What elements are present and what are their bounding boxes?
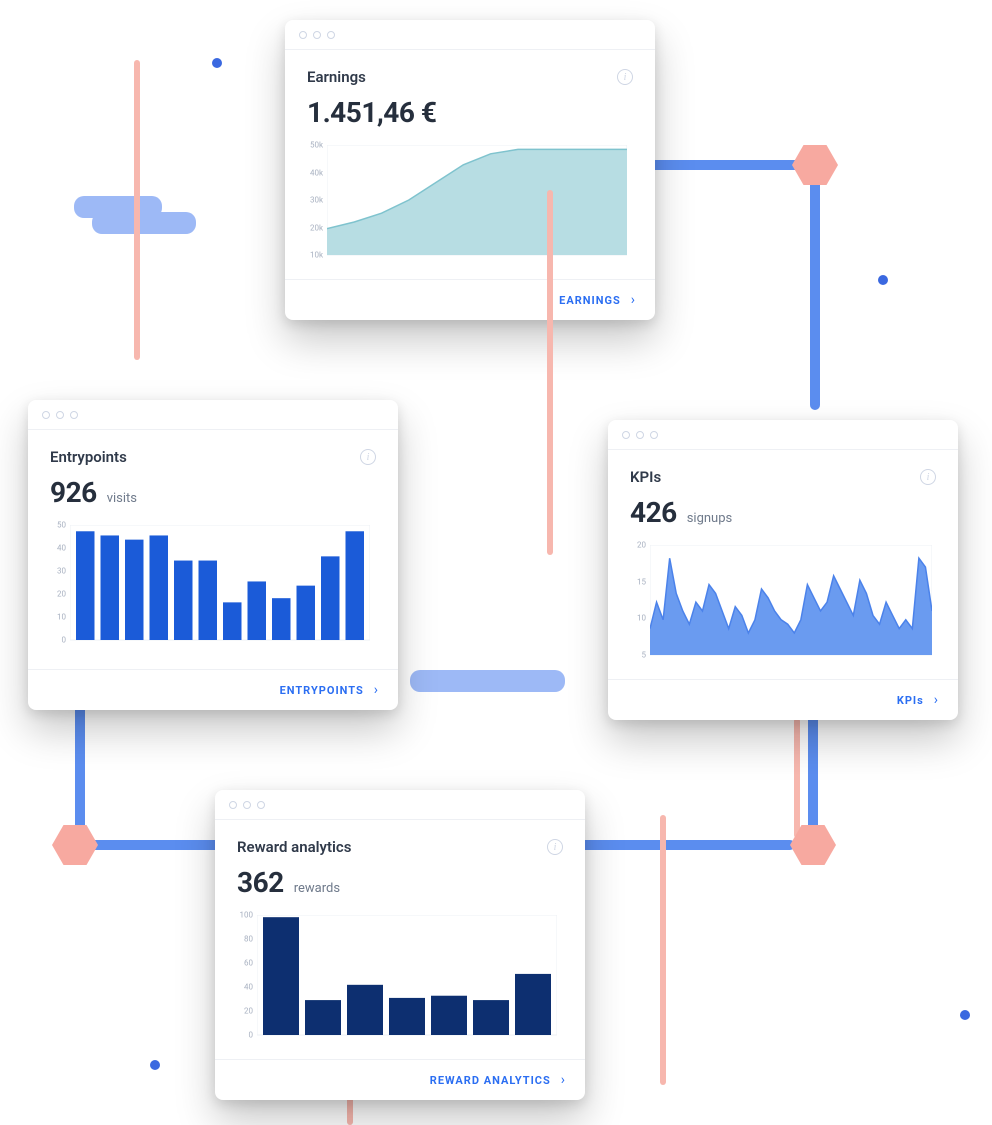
metric-value: 926 bbox=[50, 476, 97, 509]
window-dot-icon bbox=[243, 801, 251, 809]
node-hexagon bbox=[792, 145, 838, 185]
window-titlebar bbox=[285, 20, 655, 50]
card-title: Earnings bbox=[307, 68, 366, 86]
y-tick-label: 20 bbox=[244, 1007, 257, 1016]
info-icon[interactable]: i bbox=[920, 469, 936, 485]
metric-value: 426 bbox=[630, 496, 677, 529]
metric-unit: rewards bbox=[294, 881, 340, 896]
window-dot-icon bbox=[56, 411, 64, 419]
metric-value: 1.451,46 € bbox=[307, 96, 436, 129]
chevron-right-icon[interactable]: › bbox=[631, 292, 635, 308]
window-titlebar bbox=[215, 790, 585, 820]
y-tick-label: 10 bbox=[637, 614, 650, 623]
window-dot-icon bbox=[42, 411, 50, 419]
y-tick-label: 60 bbox=[244, 959, 257, 968]
rewards-link[interactable]: REWARD ANALYTICS bbox=[430, 1074, 551, 1087]
y-tick-label: 50k bbox=[310, 141, 327, 150]
accent-dot bbox=[212, 58, 222, 68]
window-dot-icon bbox=[70, 411, 78, 419]
window-dot-icon bbox=[622, 431, 630, 439]
info-icon[interactable]: i bbox=[547, 839, 563, 855]
y-tick-label: 50 bbox=[57, 521, 70, 530]
node-hexagon bbox=[52, 825, 98, 865]
y-tick-label: 20 bbox=[637, 541, 650, 550]
card-earnings: Earnings i 1.451,46 € 50k 40k 30k 20k 10k EA… bbox=[285, 20, 655, 320]
y-tick-label: 20 bbox=[57, 590, 70, 599]
y-tick-label: 30k bbox=[310, 196, 327, 205]
window-titlebar bbox=[608, 420, 958, 450]
accent-stick bbox=[547, 190, 553, 555]
kpis-chart: 2015105 bbox=[630, 545, 936, 667]
chevron-right-icon[interactable]: › bbox=[934, 692, 938, 708]
y-tick-label: 40k bbox=[310, 168, 327, 177]
y-tick-label: 40 bbox=[57, 544, 70, 553]
card-title: Reward analytics bbox=[237, 838, 351, 856]
card-title: Entrypoints bbox=[50, 448, 127, 466]
accent-stick bbox=[794, 718, 800, 838]
connector bbox=[808, 710, 818, 845]
metric-value: 362 bbox=[237, 866, 284, 899]
info-icon[interactable]: i bbox=[617, 69, 633, 85]
connector bbox=[75, 700, 85, 845]
y-tick-label: 15 bbox=[637, 577, 650, 586]
y-tick-label: 20k bbox=[310, 223, 327, 232]
rewards-chart: 100806040200 bbox=[237, 915, 563, 1047]
accent-stick bbox=[134, 60, 140, 360]
accent-pill bbox=[92, 212, 196, 234]
accent-dot bbox=[150, 1060, 160, 1070]
card-kpis: KPIs i 426 signups 20 15 10 5 KPIs › bbox=[608, 420, 958, 720]
y-tick-label: 5 bbox=[642, 651, 651, 660]
metric-unit: visits bbox=[107, 491, 137, 506]
earnings-link[interactable]: EARNINGS bbox=[559, 294, 621, 307]
kpis-link[interactable]: KPIs bbox=[897, 694, 924, 707]
card-title: KPIs bbox=[630, 468, 661, 486]
window-dot-icon bbox=[257, 801, 265, 809]
info-icon[interactable]: i bbox=[360, 449, 376, 465]
y-tick-label: 100 bbox=[240, 911, 258, 920]
connector bbox=[810, 160, 820, 410]
accent-dot bbox=[878, 275, 888, 285]
card-entrypoints: Entrypoints i 926 visits 50 40 30 20 10 0 ENT… bbox=[28, 400, 398, 710]
y-tick-label: 10k bbox=[310, 251, 327, 260]
window-dot-icon bbox=[299, 31, 307, 39]
entrypoints-link[interactable]: ENTRYPOINTS bbox=[280, 684, 364, 697]
window-dot-icon bbox=[327, 31, 335, 39]
y-tick-label: 0 bbox=[249, 1031, 258, 1040]
chevron-right-icon[interactable]: › bbox=[374, 682, 378, 698]
entrypoints-chart: 50403020100 bbox=[50, 525, 376, 657]
window-dot-icon bbox=[636, 431, 644, 439]
y-tick-label: 0 bbox=[62, 636, 71, 645]
earnings-chart: 50k40k30k20k10k bbox=[307, 145, 633, 267]
connector bbox=[650, 160, 810, 170]
chevron-right-icon[interactable]: › bbox=[561, 1072, 565, 1088]
y-tick-label: 10 bbox=[57, 613, 70, 622]
accent-pill bbox=[410, 670, 565, 692]
window-dot-icon bbox=[313, 31, 321, 39]
card-rewards: Reward analytics i 362 rewards 100 80 60 40… bbox=[215, 790, 585, 1100]
accent-dot bbox=[960, 1010, 970, 1020]
y-tick-label: 40 bbox=[244, 983, 257, 992]
metric-unit: signups bbox=[687, 511, 733, 526]
accent-stick bbox=[660, 815, 666, 1085]
window-dot-icon bbox=[650, 431, 658, 439]
window-titlebar bbox=[28, 400, 398, 430]
window-dot-icon bbox=[229, 801, 237, 809]
y-tick-label: 30 bbox=[57, 567, 70, 576]
y-tick-label: 80 bbox=[244, 935, 257, 944]
